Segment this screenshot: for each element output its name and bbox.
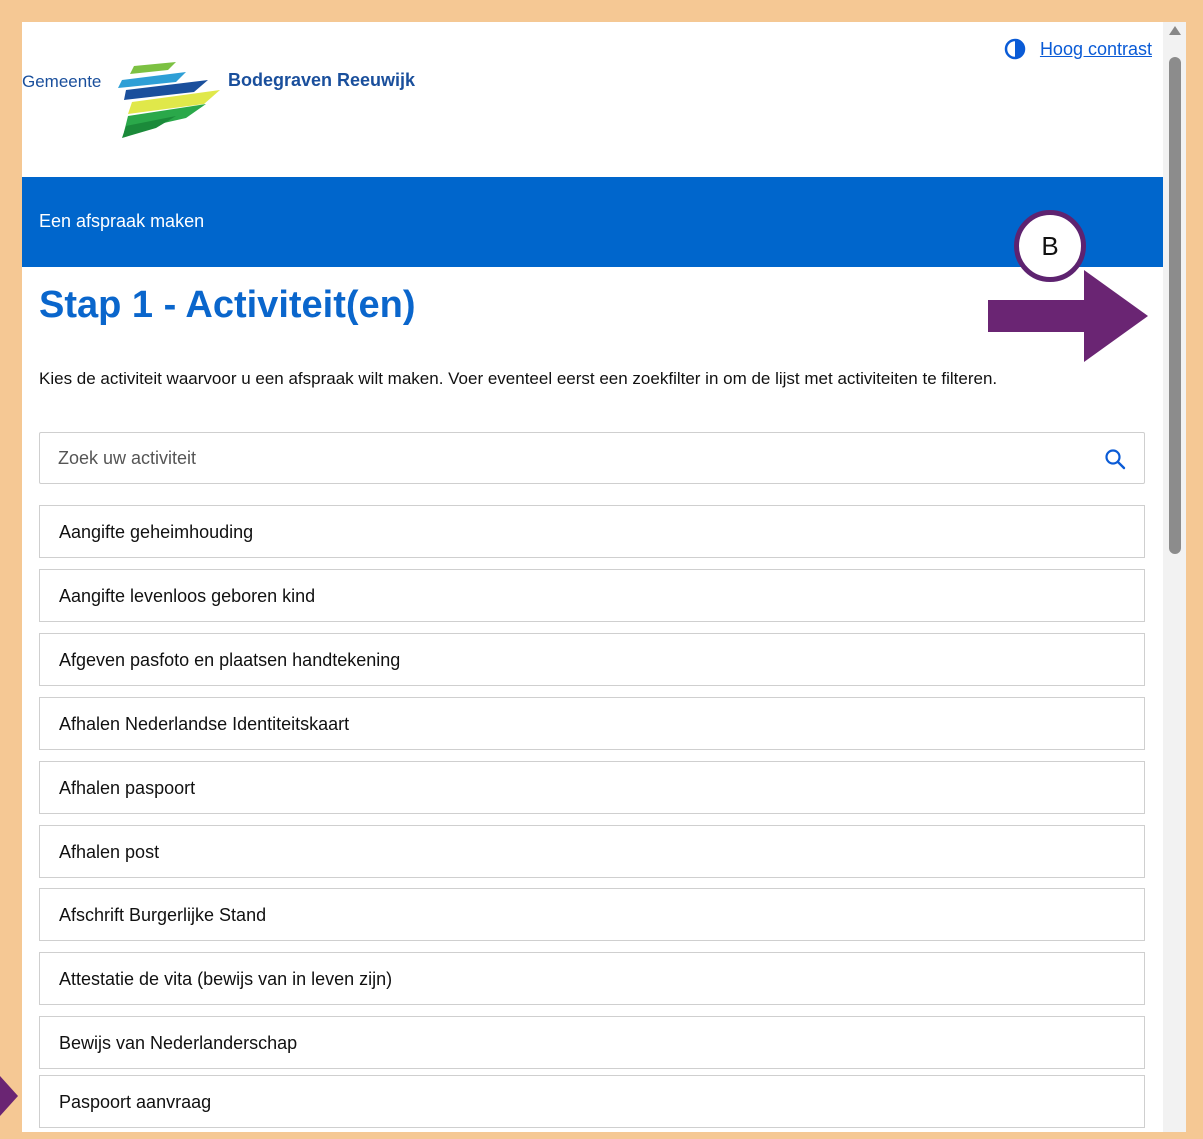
intro-text: Kies de activiteit waarvoor u een afspra… [39,369,998,388]
activity-label: Aangifte levenloos geboren kind [59,586,316,606]
activity-item[interactable]: Afhalen Nederlandse Identiteitskaart [39,697,1145,750]
activity-item[interactable]: Aangifte levenloos geboren kind [39,569,1145,622]
page-title: Stap 1 - Activiteit(en) [39,284,416,326]
activity-item[interactable]: Afhalen paspoort [39,761,1145,814]
search-box [39,432,1145,484]
activity-label: Afhalen Nederlandse Identiteitskaart [59,714,350,734]
logo-name: Bodegraven Reeuwijk [228,70,416,90]
logo-prefix: Gemeente [22,72,102,91]
activity-item[interactable]: Attestatie de vita (bewijs van in leven … [39,952,1145,1005]
search-icon[interactable] [1104,448,1126,470]
high-contrast-toggle[interactable]: Hoog contrast [1004,38,1152,60]
activity-label: Paspoort aanvraag [59,1092,212,1112]
activity-label: Bewijs van Nederlanderschap [59,1033,298,1053]
activity-label: Aangifte geheimhouding [59,522,254,542]
logo-mark-icon [118,62,220,138]
activity-label: Afschrift Burgerlijke Stand [59,905,267,925]
annotation-arrow-edge-icon [0,1076,18,1116]
browser-viewport: Gemeente Bodegraven Reeuwijk Hoog contra… [22,22,1186,1132]
contrast-icon [1004,38,1026,60]
activity-label: Attestatie de vita (bewijs van in leven … [59,969,393,989]
activity-item[interactable]: Paspoort aanvraag [39,1075,1145,1128]
page: Gemeente Bodegraven Reeuwijk Hoog contra… [22,22,1163,1132]
activity-item[interactable]: Bewijs van Nederlanderschap [39,1016,1145,1069]
activity-item[interactable]: Aangifte geheimhouding [39,505,1145,558]
scroll-thumb[interactable] [1169,57,1181,554]
activity-item[interactable]: Afgeven pasfoto en plaatsen handtekening [39,633,1145,686]
annotation-arrow-right-icon [988,270,1148,362]
activity-label: Afgeven pasfoto en plaatsen handtekening [59,650,401,670]
scroll-up-arrow-icon[interactable] [1169,26,1181,35]
banner-title: Een afspraak maken [39,211,205,231]
activity-item[interactable]: Afschrift Burgerlijke Stand [39,888,1145,941]
banner: Een afspraak maken [22,177,1163,267]
activity-label: Afhalen post [59,842,160,862]
vertical-scrollbar[interactable] [1163,22,1186,1132]
activity-label: Afhalen paspoort [59,778,196,798]
activity-item[interactable]: Afhalen post [39,825,1145,878]
high-contrast-link[interactable]: Hoog contrast [1040,39,1152,60]
municipality-logo[interactable]: Gemeente Bodegraven Reeuwijk [22,60,442,140]
search-input[interactable] [40,433,1080,483]
